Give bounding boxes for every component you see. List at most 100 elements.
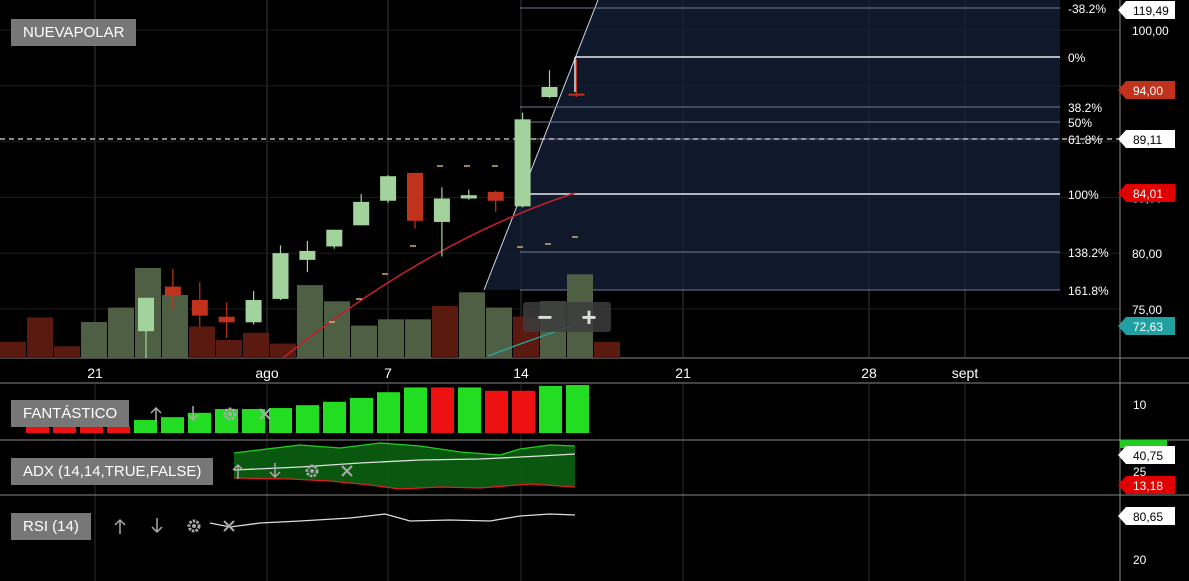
arrow-up-icon[interactable] <box>150 406 162 422</box>
volume-bar <box>486 307 512 358</box>
x-tick-label: 14 <box>513 365 529 381</box>
histogram-bar <box>404 387 427 433</box>
price-tag: 40,75 <box>1118 446 1175 464</box>
volume-bar <box>297 285 323 358</box>
price-tag-value: 13,18 <box>1133 479 1163 493</box>
candle-body <box>353 201 370 226</box>
histogram-bar <box>242 409 265 433</box>
price-tag: 13,18 <box>1118 476 1175 494</box>
volume-bar <box>351 325 377 358</box>
candle-body <box>272 253 289 299</box>
y-tick-label: 75,00 <box>1132 303 1162 317</box>
y-tick-label: 100,00 <box>1132 24 1169 38</box>
candle-body <box>326 229 343 247</box>
volume-bar <box>243 332 269 358</box>
zoom-controls: − + <box>523 302 611 332</box>
y-tick-label: 80,00 <box>1132 247 1162 261</box>
gear-icon[interactable] <box>305 464 319 478</box>
price-tag-value: 72,63 <box>1133 320 1163 334</box>
zoom-out-button[interactable]: − <box>523 302 567 332</box>
volume-bar <box>27 317 53 358</box>
volume-bar <box>216 340 242 358</box>
histogram-bar <box>431 387 454 433</box>
fib-level-label: 61.8% <box>1068 133 1102 147</box>
histogram-bar <box>539 385 562 433</box>
candle-body <box>164 286 181 296</box>
histogram-bar <box>566 385 589 433</box>
x-tick-label: 7 <box>384 365 392 381</box>
candle-body <box>433 198 450 222</box>
price-tag-value: 84,01 <box>1133 187 1163 201</box>
gear-icon[interactable] <box>223 407 237 421</box>
candle-body <box>568 93 585 96</box>
price-tag-value: 119,49 <box>1133 4 1169 18</box>
price-tag: 72,63 <box>1118 317 1175 335</box>
histogram-bar <box>296 405 319 433</box>
volume-bar <box>189 326 215 358</box>
histogram-bar <box>485 390 508 433</box>
x-tick-label: 28 <box>861 365 877 381</box>
histogram-bar <box>161 417 184 433</box>
candle-body <box>299 250 316 260</box>
x-tick-label: sept <box>952 365 979 381</box>
fib-level-label: 138.2% <box>1068 246 1109 260</box>
candle-body <box>541 86 558 98</box>
chart-stage[interactable]: -38.2% 0% 38.2%50% 61.8% 100% 138.2% 161.8% 10… <box>0 0 1189 581</box>
volume-bar <box>405 319 431 358</box>
histogram-bar <box>458 387 481 433</box>
volume-bar <box>459 292 485 358</box>
price-tag: 80,65 <box>1118 507 1175 525</box>
zoom-in-button[interactable]: + <box>567 302 611 332</box>
price-tag-value: 94,00 <box>1133 84 1163 98</box>
x-tick-label: ago <box>255 365 279 381</box>
histogram-bar <box>350 397 373 433</box>
fib-level-label: 0% <box>1068 51 1086 65</box>
fib-level-label: 161.8% <box>1068 284 1109 298</box>
volume-bar <box>432 305 458 358</box>
volume-bar <box>0 341 26 358</box>
fib-level-label: -38.2% <box>1068 2 1106 16</box>
price-tag: 84,01 <box>1118 184 1175 202</box>
volume-bar <box>378 319 404 358</box>
arrow-up-icon[interactable] <box>114 518 126 534</box>
x-tick-label: 21 <box>675 365 691 381</box>
rsi-line <box>209 513 576 528</box>
price-tag-value: 89,11 <box>1133 133 1162 147</box>
candle-body <box>245 300 262 323</box>
fib-level-label: 38.2% <box>1068 101 1102 115</box>
fib-level-label: 50% <box>1068 116 1092 130</box>
adx-fill <box>234 443 575 489</box>
candle-body <box>380 176 397 201</box>
histogram-bar <box>323 401 346 433</box>
candle-body <box>191 300 208 316</box>
histogram-bar <box>512 390 535 433</box>
price-tag-value: 40,75 <box>1133 449 1163 463</box>
volume-bar <box>594 341 620 358</box>
gear-icon[interactable] <box>187 519 201 533</box>
x-tick-label: 21 <box>87 365 103 381</box>
histogram-bar <box>188 412 211 433</box>
volume-bar <box>162 295 188 358</box>
price-tag: 89,11 <box>1118 130 1175 148</box>
candle-body <box>407 172 423 221</box>
rsi-tick: 20 <box>1133 553 1147 567</box>
fib-level-label: 100% <box>1068 188 1099 202</box>
price-tag: 94,00 <box>1118 81 1175 99</box>
arrow-down-icon[interactable] <box>151 518 163 534</box>
fantastico-label[interactable]: FANTÁSTICO <box>11 400 130 427</box>
candle-body <box>138 297 154 332</box>
histogram-bar <box>377 392 400 433</box>
histogram-bar <box>134 420 157 433</box>
candle-body <box>487 191 504 201</box>
price-tag: 119,49 <box>1118 1 1175 19</box>
fib-zone <box>484 0 1060 290</box>
rsi-label[interactable]: RSI (14) <box>11 513 91 540</box>
price-tag-value: 80,65 <box>1133 510 1163 524</box>
adx-label[interactable]: ADX (14,14,TRUE,FALSE) <box>11 458 214 485</box>
volume-bar <box>108 307 134 358</box>
volume-bar <box>81 322 107 358</box>
symbol-label[interactable]: NUEVAPOLAR <box>11 19 137 46</box>
candle-body <box>460 195 477 199</box>
histogram-bar <box>269 408 292 433</box>
volume-bar <box>54 346 80 358</box>
